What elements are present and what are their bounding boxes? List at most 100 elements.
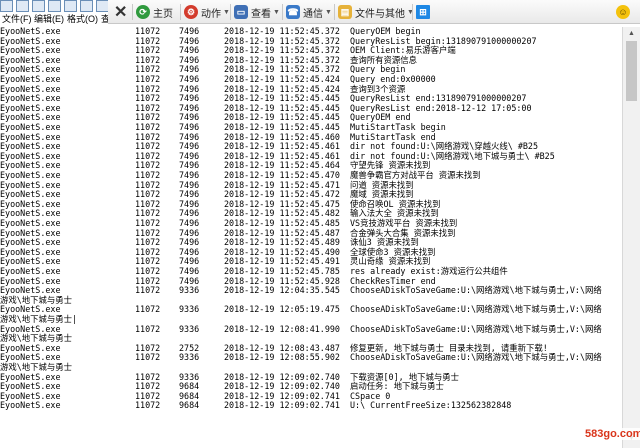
log-timestamp: 2018-12-19 11:52:45.372 — [224, 45, 340, 56]
log-message: Query end:0x00000 — [350, 74, 436, 84]
toolbar-divider — [334, 4, 335, 20]
window-icon[interactable] — [48, 0, 61, 12]
log-process: EyooNetS.exe — [0, 26, 61, 36]
log-timestamp: 2018-12-19 11:52:45.470 — [224, 170, 340, 180]
menu-edit[interactable]: 编辑(E) — [34, 13, 64, 26]
log-pid: 11072 — [135, 352, 161, 363]
log-message: ChooseADiskToSaveGame:U:\网络游戏\地下城与勇士,V:\… — [350, 304, 602, 315]
toolbar-divider — [132, 4, 133, 20]
log-row: EyooNetS.exe 11072 9336 2018-12-19 12:08:41… — [0, 323, 622, 334]
log-message: VS竞技游戏平台 资源未找到 — [350, 218, 458, 228]
log-row: EyooNetS.exe 11072 7496 2018-12-19 11:52:45… — [0, 123, 622, 132]
log-process: EyooNetS.exe — [0, 266, 61, 276]
log-pid: 11072 — [135, 285, 161, 296]
log-timestamp: 2018-12-19 11:52:45.485 — [224, 218, 340, 228]
toolbar-divider — [412, 4, 413, 20]
log-row: EyooNetS.exe 11072 7496 2018-12-19 11:52:45… — [0, 142, 622, 151]
actions-button[interactable]: ⚙ 动作 ▼ — [184, 3, 230, 21]
log-pid: 11072 — [135, 323, 161, 334]
close-button[interactable]: ✕ — [114, 3, 127, 21]
log-process: EyooNetS.exe — [0, 122, 61, 132]
log-process: EyooNetS.exe — [0, 93, 61, 104]
log-row: 游戏\地下城与勇士 — [0, 363, 622, 372]
log-tid: 7496 — [179, 141, 200, 152]
log-pid: 11072 — [135, 141, 161, 152]
log-row: EyooNetS.exe 11072 7496 2018-12-19 11:52:45… — [0, 190, 622, 199]
log-pid: 11072 — [135, 93, 161, 104]
home-button[interactable]: ⟳ 主页 — [136, 3, 173, 21]
log-timestamp: 2018-12-19 11:52:45.445 — [224, 122, 340, 132]
log-tid: 9336 — [179, 285, 200, 296]
log-tid: 9336 — [179, 323, 200, 334]
files-and-more-button[interactable]: ▤ 文件与其他 ▼ — [338, 3, 414, 21]
log-timestamp: 2018-12-19 11:52:45.372 — [224, 26, 340, 36]
log-pid: 11072 — [135, 400, 161, 411]
log-message: U:\ CurrentFreeSize:132562382848 — [350, 400, 512, 411]
log-message: res already exist:游戏运行公共组件 — [350, 266, 508, 276]
home-label: 主页 — [153, 8, 173, 20]
log-message: ChooseADiskToSaveGame:U:\网络游戏\地下城与勇士,V:\… — [350, 323, 602, 334]
log-tid: 9684 — [179, 400, 200, 411]
menu-file[interactable]: 文件(F) — [2, 13, 32, 26]
log-row: EyooNetS.exe 11072 7496 2018-12-19 11:52:45… — [0, 171, 622, 180]
toolbar-divider — [282, 4, 283, 20]
log-tid: 7496 — [179, 170, 200, 180]
communication-label: 通信 — [303, 8, 323, 20]
log-row: EyooNetS.exe 11072 9684 2018-12-19 12:09:02… — [0, 401, 622, 410]
folder-icon: ▤ — [338, 5, 352, 19]
log-pid: 11072 — [135, 189, 161, 200]
log-timestamp: 2018-12-19 12:09:02.740 — [224, 381, 340, 392]
log-row: EyooNetS.exe 11072 7496 2018-12-19 11:52:45… — [0, 94, 622, 103]
log-timestamp: 2018-12-19 12:04:35.545 — [224, 285, 340, 296]
actions-label: 动作 — [201, 8, 221, 20]
log-process: 游戏\地下城与勇士 — [0, 362, 73, 372]
log-pid: 11072 — [135, 170, 161, 180]
communication-button[interactable]: ☎ 通信 ▼ — [286, 3, 332, 21]
remote-toolbar: ✕ ⟳ 主页 ⚙ 动作 ▼ ▭ 查看 ▼ ☎ 通信 ▼ ▤ 文件与其他 ▼ ⊞ … — [108, 0, 640, 24]
log-row: 游戏\地下城与勇士 — [0, 334, 622, 343]
menu-format[interactable]: 格式(O) — [67, 13, 98, 26]
log-pid: 11072 — [135, 218, 161, 228]
scrollbar-thumb[interactable] — [626, 41, 637, 101]
log-process: EyooNetS.exe — [0, 237, 61, 248]
log-text-area[interactable]: EyooNetS.exe 11072 7496 2018-12-19 11:52:45… — [0, 27, 622, 447]
log-message: QueryOEM begin — [350, 26, 421, 36]
chevron-down-icon: ▼ — [325, 8, 332, 16]
log-pid: 11072 — [135, 45, 161, 56]
log-pid: 11072 — [135, 381, 161, 392]
window-icon[interactable] — [32, 0, 45, 12]
scroll-up-icon[interactable]: ▲ — [623, 27, 640, 41]
log-tid: 7496 — [179, 26, 200, 36]
log-timestamp: 2018-12-19 11:52:45.461 — [224, 141, 340, 152]
log-row: EyooNetS.exe 11072 7496 2018-12-19 11:52:45… — [0, 46, 622, 55]
log-process: EyooNetS.exe — [0, 74, 61, 84]
vertical-scrollbar[interactable]: ▲ ▼ — [622, 27, 640, 448]
window-icon[interactable] — [64, 0, 77, 12]
log-process: EyooNetS.exe — [0, 189, 61, 200]
log-process: EyooNetS.exe — [0, 170, 61, 180]
log-message: 诛仙3 资源未找到 — [350, 237, 419, 248]
log-tid: 7496 — [179, 266, 200, 276]
smiley-button[interactable]: ☺ — [616, 3, 633, 21]
log-message: 魔兽争霸官方对战平台 资源未找到 — [350, 170, 481, 180]
log-pid: 11072 — [135, 304, 161, 315]
log-row: EyooNetS.exe 11072 7496 2018-12-19 11:52:45… — [0, 238, 622, 247]
log-timestamp: 2018-12-19 12:05:19.475 — [224, 304, 340, 315]
log-message: ChooseADiskToSaveGame:U:\网络游戏\地下城与勇士,V:\… — [350, 285, 602, 296]
log-tid: 9336 — [179, 352, 200, 363]
log-pid: 11072 — [135, 74, 161, 84]
log-tid: 7496 — [179, 218, 200, 228]
log-row: EyooNetS.exe 11072 9336 2018-12-19 12:04:35… — [0, 286, 622, 295]
home-icon: ⟳ — [136, 5, 150, 19]
toolbar-divider — [180, 4, 181, 20]
window-icon[interactable] — [80, 0, 93, 12]
view-button[interactable]: ▭ 查看 ▼ — [234, 3, 280, 21]
log-pid: 11072 — [135, 266, 161, 276]
window-icon[interactable] — [0, 0, 13, 12]
files-and-more-label: 文件与其他 — [355, 8, 405, 20]
log-timestamp: 2018-12-19 11:52:45.489 — [224, 237, 340, 248]
windows-button[interactable]: ⊞ — [416, 3, 433, 21]
window-icon[interactable] — [16, 0, 29, 12]
log-process: EyooNetS.exe — [0, 141, 61, 152]
log-row: EyooNetS.exe 11072 7496 2018-12-19 11:52:45… — [0, 267, 622, 276]
